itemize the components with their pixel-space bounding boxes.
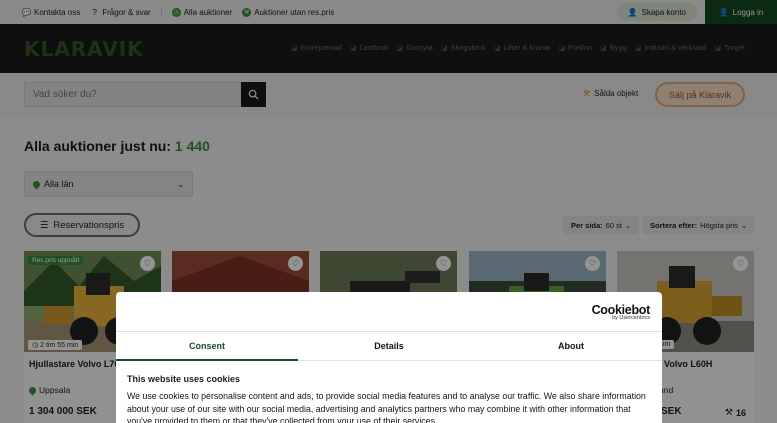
cookie-tabs: Consent Details About: [116, 331, 662, 361]
cookie-title: This website uses cookies: [127, 374, 241, 384]
cookiebot-logo: Cookiebot by Usercentrics: [591, 303, 651, 321]
tab-about[interactable]: About: [480, 332, 662, 360]
tab-consent[interactable]: Consent: [116, 332, 298, 361]
cookie-description: We use cookies to personalise content an…: [127, 391, 646, 423]
tab-details[interactable]: Details: [298, 332, 480, 360]
cookie-dialog: Cookiebot by Usercentrics Consent Detail…: [116, 292, 662, 423]
